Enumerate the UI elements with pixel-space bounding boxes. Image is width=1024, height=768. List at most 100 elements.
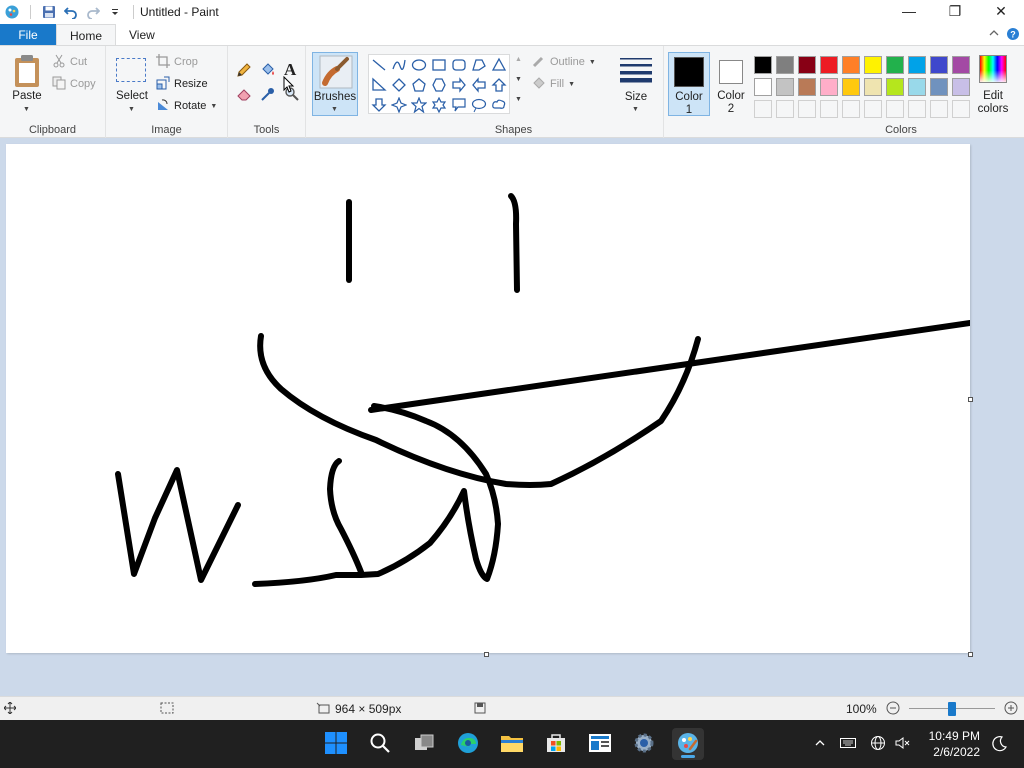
- close-button[interactable]: ✕: [978, 0, 1024, 22]
- resize-button[interactable]: Resize: [156, 74, 208, 94]
- minimize-button[interactable]: —: [886, 0, 932, 22]
- scroll-up-icon[interactable]: ▲: [515, 56, 522, 63]
- four-point-star-shape-icon[interactable]: [389, 95, 409, 115]
- up-arrow-shape-icon[interactable]: [489, 75, 509, 95]
- palette-color-11[interactable]: [752, 76, 774, 98]
- color-picker-icon[interactable]: [260, 86, 276, 105]
- cut-button[interactable]: Cut: [52, 52, 87, 72]
- oval-callout-shape-icon[interactable]: [469, 95, 489, 115]
- help-icon[interactable]: ?: [1006, 27, 1020, 44]
- copy-button[interactable]: Copy: [52, 74, 96, 94]
- left-arrow-shape-icon[interactable]: [469, 75, 489, 95]
- size-button[interactable]: Size ▼: [616, 54, 656, 116]
- palette-color-20[interactable]: [950, 76, 972, 98]
- undo-icon[interactable]: [61, 2, 81, 22]
- resize-handle-corner[interactable]: [968, 652, 973, 657]
- paint-taskbar-button[interactable]: [672, 728, 704, 760]
- palette-color-28[interactable]: [906, 98, 928, 120]
- palette-color-30[interactable]: [950, 98, 972, 120]
- select-button[interactable]: Select ▼: [114, 54, 150, 118]
- settings-button[interactable]: [628, 728, 660, 760]
- palette-color-27[interactable]: [884, 98, 906, 120]
- rectangle-shape-icon[interactable]: [429, 55, 449, 75]
- file-explorer-button[interactable]: [496, 728, 528, 760]
- fill-bucket-icon[interactable]: [260, 62, 276, 81]
- palette-color-5[interactable]: [840, 54, 862, 76]
- palette-color-22[interactable]: [774, 98, 796, 120]
- palette-color-9[interactable]: [928, 54, 950, 76]
- globe-network-icon[interactable]: [870, 735, 886, 754]
- notifications-moon-icon[interactable]: [990, 735, 1008, 756]
- zoom-out-button[interactable]: [886, 701, 900, 718]
- maximize-button[interactable]: ❐: [932, 0, 978, 22]
- down-arrow-shape-icon[interactable]: [369, 95, 389, 115]
- zoom-slider-thumb[interactable]: [947, 702, 956, 716]
- tab-file[interactable]: File: [0, 24, 56, 46]
- palette-color-3[interactable]: [796, 54, 818, 76]
- cloud-callout-shape-icon[interactable]: [489, 95, 509, 115]
- drawing-canvas[interactable]: [6, 144, 973, 653]
- palette-color-25[interactable]: [840, 98, 862, 120]
- tab-home[interactable]: Home: [56, 24, 117, 46]
- hexagon-shape-icon[interactable]: [429, 75, 449, 95]
- resize-handle-bottom[interactable]: [484, 652, 489, 657]
- edit-colors-button[interactable]: Edit colors: [974, 52, 1012, 116]
- paint-app-icon[interactable]: [2, 2, 22, 22]
- palette-color-16[interactable]: [862, 76, 884, 98]
- save-icon[interactable]: [39, 2, 59, 22]
- crop-button[interactable]: Crop: [156, 52, 198, 72]
- five-point-star-shape-icon[interactable]: [409, 95, 429, 115]
- scroll-down-icon[interactable]: ▼: [515, 76, 522, 83]
- palette-color-10[interactable]: [950, 54, 972, 76]
- expand-gallery-icon[interactable]: ▼: [515, 96, 522, 103]
- palette-color-1[interactable]: [752, 54, 774, 76]
- rectangle-callout-shape-icon[interactable]: [449, 95, 469, 115]
- microsoft-store-button[interactable]: [540, 728, 572, 760]
- clock[interactable]: 10:49 PM 2/6/2022: [929, 728, 980, 760]
- paste-button[interactable]: Paste ▼: [8, 52, 48, 116]
- palette-color-29[interactable]: [928, 98, 950, 120]
- zoom-slider[interactable]: [908, 702, 995, 716]
- palette-color-13[interactable]: [796, 76, 818, 98]
- palette-color-7[interactable]: [884, 54, 906, 76]
- palette-color-14[interactable]: [818, 76, 840, 98]
- palette-color-17[interactable]: [884, 76, 906, 98]
- palette-color-6[interactable]: [862, 54, 884, 76]
- pentagon-shape-icon[interactable]: [409, 75, 429, 95]
- chevron-up-icon[interactable]: [814, 737, 826, 752]
- rounded-rectangle-shape-icon[interactable]: [449, 55, 469, 75]
- collapse-ribbon-icon[interactable]: [988, 27, 1000, 44]
- volume-muted-icon[interactable]: [894, 735, 910, 754]
- brushes-button[interactable]: Brushes ▼: [312, 52, 358, 116]
- palette-color-23[interactable]: [796, 98, 818, 120]
- redo-icon[interactable]: [83, 2, 103, 22]
- tab-view[interactable]: View: [116, 24, 168, 46]
- palette-color-2[interactable]: [774, 54, 796, 76]
- customize-toolbar-icon[interactable]: [105, 2, 125, 22]
- palette-color-12[interactable]: [774, 76, 796, 98]
- oval-shape-icon[interactable]: [409, 55, 429, 75]
- search-button[interactable]: [364, 728, 396, 760]
- triangle-shape-icon[interactable]: [489, 55, 509, 75]
- palette-color-8[interactable]: [906, 54, 928, 76]
- shapes-scrollbar[interactable]: ▲ ▼ ▼: [512, 54, 526, 114]
- keyboard-icon[interactable]: [840, 737, 856, 752]
- palette-color-18[interactable]: [906, 76, 928, 98]
- palette-color-26[interactable]: [862, 98, 884, 120]
- diamond-shape-icon[interactable]: [389, 75, 409, 95]
- start-button[interactable]: [320, 728, 352, 760]
- right-arrow-shape-icon[interactable]: [449, 75, 469, 95]
- edge-browser-button[interactable]: [452, 728, 484, 760]
- palette-color-21[interactable]: [752, 98, 774, 120]
- outline-button[interactable]: Outline ▼: [532, 52, 596, 72]
- fill-button[interactable]: Fill ▼: [532, 74, 575, 94]
- palette-color-15[interactable]: [840, 76, 862, 98]
- palette-color-4[interactable]: [818, 54, 840, 76]
- news-app-button[interactable]: [584, 728, 616, 760]
- line-shape-icon[interactable]: [369, 55, 389, 75]
- zoom-in-button[interactable]: [1004, 701, 1018, 718]
- right-triangle-shape-icon[interactable]: [369, 75, 389, 95]
- rotate-button[interactable]: Rotate ▼: [156, 96, 217, 116]
- palette-color-24[interactable]: [818, 98, 840, 120]
- eraser-icon[interactable]: [236, 86, 252, 105]
